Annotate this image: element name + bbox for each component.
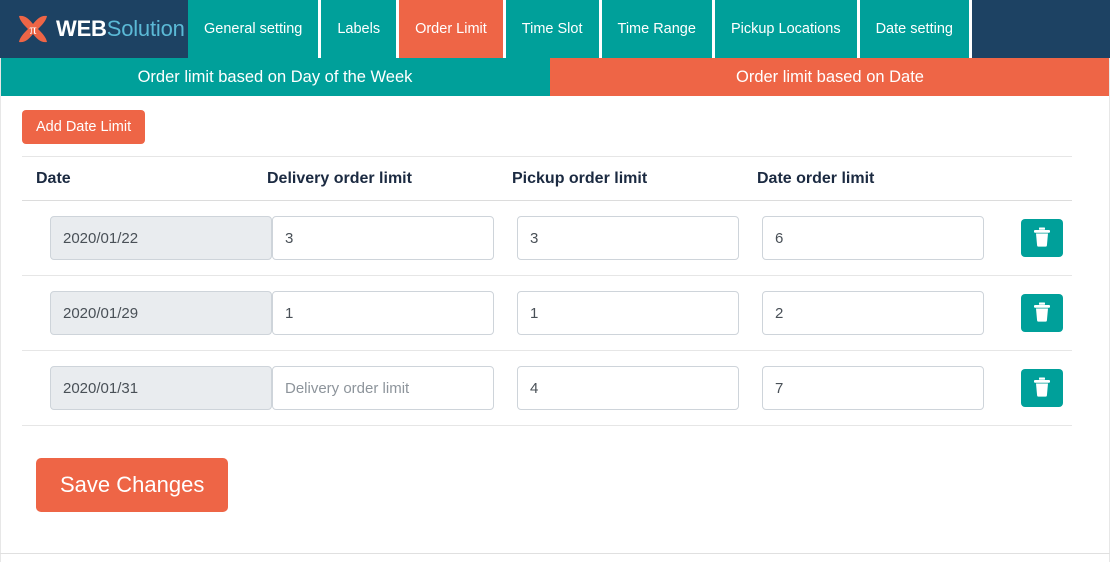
brand-name: WEBSolution <box>56 18 185 40</box>
trash-icon <box>1033 377 1051 400</box>
brand-logo: π WEBSolution <box>0 0 188 58</box>
cell-date-limit <box>762 291 1007 335</box>
delete-row-button[interactable] <box>1021 294 1063 332</box>
x-pi-logo-icon: π <box>16 12 50 46</box>
trash-icon <box>1033 302 1051 325</box>
tab-order-limit[interactable]: Order Limit <box>399 0 503 58</box>
delivery-order-limit-input[interactable] <box>272 291 494 335</box>
pickup-order-limit-input[interactable] <box>517 216 739 260</box>
table-row <box>22 201 1072 276</box>
cell-actions <box>1007 219 1072 257</box>
page-border-left <box>0 58 1 562</box>
cell-pickup-limit <box>517 366 762 410</box>
cell-pickup-limit <box>517 216 762 260</box>
date-input[interactable] <box>50 216 272 260</box>
pickup-order-limit-input[interactable] <box>517 291 739 335</box>
delete-row-button[interactable] <box>1021 219 1063 257</box>
cell-pickup-limit <box>517 291 762 335</box>
delivery-order-limit-input[interactable] <box>272 366 494 410</box>
delivery-order-limit-input[interactable] <box>272 216 494 260</box>
brand-name-secondary: Solution <box>106 16 185 41</box>
table-header-row: Date Delivery order limit Pickup order l… <box>22 157 1072 201</box>
date-input[interactable] <box>50 366 272 410</box>
cell-delivery-limit <box>272 216 517 260</box>
save-changes-button[interactable]: Save Changes <box>36 458 229 512</box>
cell-actions <box>1007 294 1072 332</box>
column-header-date-order-limit: Date order limit <box>757 169 875 187</box>
column-header-date: Date <box>36 169 71 187</box>
tab-pickup-locations[interactable]: Pickup Locations <box>714 0 857 58</box>
date-limit-table: Date Delivery order limit Pickup order l… <box>22 157 1072 426</box>
date-order-limit-input[interactable] <box>762 216 984 260</box>
pickup-order-limit-input[interactable] <box>517 366 739 410</box>
cell-actions <box>1007 369 1072 407</box>
tab-time-slot[interactable]: Time Slot <box>505 0 599 58</box>
trash-icon <box>1033 227 1051 250</box>
tab-time-range[interactable]: Time Range <box>601 0 712 58</box>
cell-delivery-limit <box>272 366 517 410</box>
cell-date <box>22 216 272 260</box>
cell-date <box>22 366 272 410</box>
column-header-delivery-order-limit: Delivery order limit <box>267 169 412 187</box>
date-order-limit-input[interactable] <box>762 291 984 335</box>
date-input[interactable] <box>50 291 272 335</box>
tab-labels[interactable]: Labels <box>321 0 397 58</box>
column-header-pickup-order-limit: Pickup order limit <box>512 169 648 187</box>
nav-tabs: General setting Labels Order Limit Time … <box>188 0 1110 58</box>
tab-general-setting[interactable]: General setting <box>188 0 319 58</box>
cell-delivery-limit <box>272 291 517 335</box>
sub-tab-bar: Order limit based on Day of the Week Ord… <box>0 58 1110 96</box>
cell-date-limit <box>762 216 1007 260</box>
add-date-limit-button[interactable]: Add Date Limit <box>22 110 146 144</box>
delete-row-button[interactable] <box>1021 369 1063 407</box>
cell-date <box>22 291 272 335</box>
subtab-order-limit-day-of-week[interactable]: Order limit based on Day of the Week <box>0 58 550 96</box>
main-content: Add Date Limit Date Delivery order limit… <box>0 96 1110 512</box>
top-navigation-bar: π WEBSolution General setting Labels Ord… <box>0 0 1110 58</box>
cell-date-limit <box>762 366 1007 410</box>
page-border-bottom <box>0 553 1110 554</box>
subtab-order-limit-date[interactable]: Order limit based on Date <box>550 58 1110 96</box>
tab-date-setting[interactable]: Date setting <box>859 0 969 58</box>
date-order-limit-input[interactable] <box>762 366 984 410</box>
app-page: π WEBSolution General setting Labels Ord… <box>0 0 1110 562</box>
svg-text:π: π <box>29 23 36 38</box>
nav-filler <box>971 0 1110 58</box>
table-row <box>22 276 1072 351</box>
brand-name-primary: WEB <box>56 16 107 41</box>
table-row <box>22 351 1072 426</box>
